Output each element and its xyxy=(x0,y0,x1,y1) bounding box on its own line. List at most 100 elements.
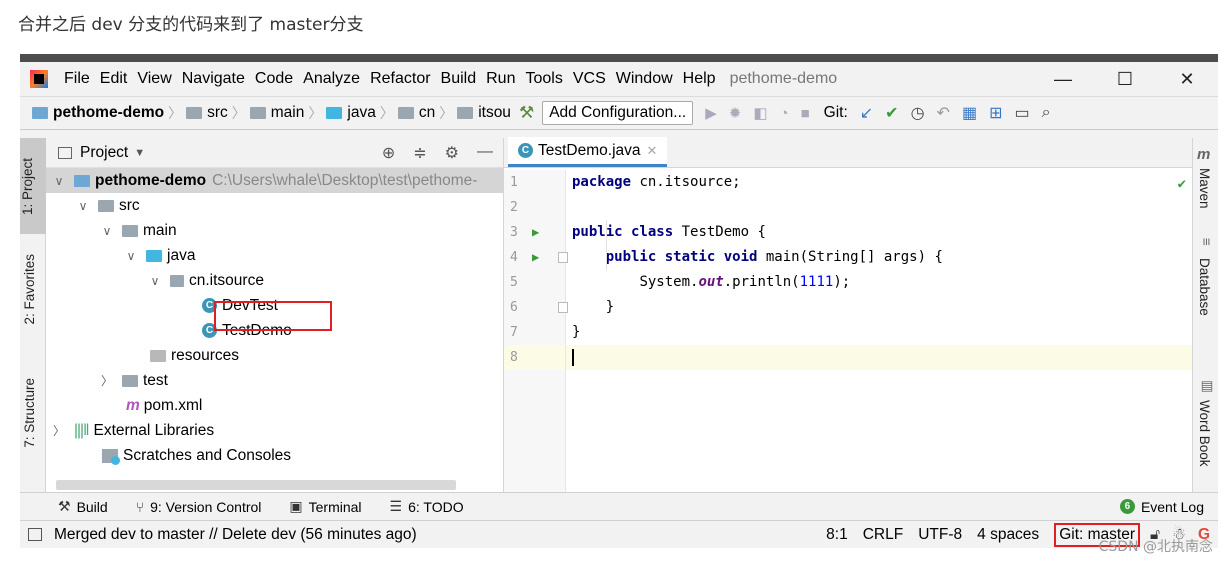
collapse-icon[interactable]: ≑ xyxy=(413,143,426,163)
tab-project[interactable]: 1: Project xyxy=(20,138,46,234)
menu-window[interactable]: Window xyxy=(616,70,673,88)
menu-code[interactable]: Code xyxy=(255,70,293,88)
stop-icon[interactable]: ■ xyxy=(801,105,810,122)
chevron-down-icon[interactable]: ∨ xyxy=(148,274,162,288)
tree-row-scratches[interactable]: Scratches and Consoles xyxy=(46,443,503,468)
tree-row-package[interactable]: ∨ cn.itsource xyxy=(46,268,503,293)
tree-row-pom[interactable]: m pom.xml xyxy=(46,393,503,418)
breadcrumb-main[interactable]: main xyxy=(249,104,304,122)
translate-icon[interactable]: ⊞ xyxy=(989,103,1002,123)
caret-position[interactable]: 8:1 xyxy=(826,526,848,544)
menu-refactor[interactable]: Refactor xyxy=(370,70,430,88)
build-hammer-icon[interactable]: ⚒ xyxy=(519,103,534,123)
tool-windows-icon[interactable] xyxy=(28,528,42,541)
close-button[interactable]: ✕ xyxy=(1156,69,1218,90)
menu-vcs[interactable]: VCS xyxy=(573,70,606,88)
folder-icon xyxy=(122,374,138,387)
status-message[interactable]: Merged dev to master // Delete dev (56 m… xyxy=(54,526,417,544)
minimize-button[interactable]: — xyxy=(1032,69,1094,90)
menu-build[interactable]: Build xyxy=(441,70,477,88)
git-update-icon[interactable]: ↙ xyxy=(860,103,873,123)
chevron-down-icon[interactable]: ∨ xyxy=(100,224,114,238)
menu-analyze[interactable]: Analyze xyxy=(303,70,360,88)
breadcrumb-itsource[interactable]: itsou xyxy=(457,104,511,122)
todo-tool-button[interactable]: ☰ 6: TODO xyxy=(390,498,464,515)
add-configuration-button[interactable]: Add Configuration... xyxy=(542,101,694,125)
breadcrumb-cn[interactable]: cn xyxy=(397,104,435,122)
event-log-button[interactable]: 6 Event Log xyxy=(1119,499,1204,515)
run-gutter-icon[interactable]: ▶ xyxy=(532,220,539,245)
list-icon: ☰ xyxy=(389,498,403,514)
tree-row-resources[interactable]: resources xyxy=(46,343,503,368)
build-tool-button[interactable]: ⚒ Build xyxy=(58,498,108,515)
chevron-down-icon[interactable]: ▼ xyxy=(134,147,145,159)
chevron-right-icon[interactable]: 〉 xyxy=(100,372,114,389)
profile-icon[interactable]: ◔ xyxy=(780,105,789,122)
git-rollback-icon[interactable]: ↶ xyxy=(937,103,950,123)
tab-word-book[interactable]: Word Book xyxy=(1197,400,1212,467)
source-folder-icon xyxy=(326,107,343,119)
inspection-ok-icon[interactable]: ✔ xyxy=(1178,176,1186,192)
tree-row-root[interactable]: ∨ pethome-demo C:\Users\whale\Desktop\te… xyxy=(46,168,503,193)
code-area[interactable]: 1 2 3 ▶ 4 ▶ 5 6 7 8 package cn.itsource; p… xyxy=(504,170,1192,492)
menu-edit[interactable]: Edit xyxy=(100,70,128,88)
keyword: public static void xyxy=(605,249,758,265)
terminal-window-icon[interactable]: ▭ xyxy=(1014,103,1029,123)
debug-icon[interactable]: ✹ xyxy=(729,104,742,122)
tab-favorites[interactable]: 2: Favorites xyxy=(22,254,37,325)
tree-row-src[interactable]: ∨ src xyxy=(46,193,503,218)
menu-help[interactable]: Help xyxy=(683,70,716,88)
code-line-current xyxy=(566,345,1192,370)
version-control-tool-button[interactable]: ⑂ 9: Version Control xyxy=(136,499,262,515)
editor-tab-testdemo[interactable]: C TestDemo.java ✕ xyxy=(508,137,668,167)
chevron-down-icon[interactable]: ∨ xyxy=(76,199,90,213)
breadcrumb-project[interactable]: pethome-demo xyxy=(32,104,164,122)
tree-row-test[interactable]: 〉 test xyxy=(46,368,503,393)
indent-setting[interactable]: 4 spaces xyxy=(977,526,1039,544)
tree-label: pethome-demo xyxy=(95,171,207,189)
breadcrumb-java[interactable]: java xyxy=(326,104,376,122)
menu-view[interactable]: View xyxy=(137,70,171,88)
tree-row-external-libraries[interactable]: 〉 |||‖ External Libraries xyxy=(46,418,503,443)
chevron-right-icon[interactable]: 〉 xyxy=(52,422,66,439)
git-history-icon[interactable]: ◷ xyxy=(911,103,925,123)
menu-run[interactable]: Run xyxy=(486,70,515,88)
line-separator[interactable]: CRLF xyxy=(863,526,903,544)
tree-row-main[interactable]: ∨ main xyxy=(46,218,503,243)
menu-navigate[interactable]: Navigate xyxy=(182,70,245,88)
tab-database[interactable]: Database xyxy=(1197,258,1212,316)
chevron-down-icon[interactable]: ∨ xyxy=(52,174,66,188)
file-encoding[interactable]: UTF-8 xyxy=(918,526,962,544)
coverage-icon[interactable]: ◧ xyxy=(753,104,767,122)
tree-label: main xyxy=(143,221,177,239)
breadcrumb-label: pethome-demo xyxy=(53,104,165,121)
locate-icon[interactable]: ⊕ xyxy=(382,143,395,163)
indent-guide xyxy=(606,220,607,270)
horizontal-scrollbar[interactable] xyxy=(56,480,456,490)
run-icon[interactable]: ▶ xyxy=(705,104,717,122)
close-tab-icon[interactable]: ✕ xyxy=(647,143,658,159)
project-view-dropdown[interactable]: Project xyxy=(80,144,128,162)
maven-file-icon: m xyxy=(126,396,140,414)
breadcrumb-src[interactable]: src xyxy=(186,104,228,122)
menu-file[interactable]: File xyxy=(64,70,90,88)
terminal-tool-button[interactable]: ▣ Terminal xyxy=(289,498,361,515)
run-gutter-icon[interactable]: ▶ xyxy=(532,245,539,270)
hide-icon[interactable]: — xyxy=(477,143,493,163)
tab-maven[interactable]: Maven xyxy=(1197,168,1212,209)
project-structure-icon[interactable]: ▦ xyxy=(962,103,977,123)
search-icon[interactable]: ⌕ xyxy=(1042,104,1051,122)
gear-icon[interactable]: ⚙ xyxy=(445,143,459,163)
panel-header-icons: ⊕ ≑ ⚙ — xyxy=(382,143,503,163)
chevron-down-icon[interactable]: ∨ xyxy=(124,249,138,263)
maximize-button[interactable]: ☐ xyxy=(1094,69,1156,90)
menu-tools[interactable]: Tools xyxy=(525,70,562,88)
tab-structure[interactable]: 7: Structure xyxy=(22,378,37,448)
code-text: } xyxy=(572,324,581,340)
chevron-right-icon: 〉 xyxy=(308,105,323,121)
git-commit-icon[interactable]: ✔ xyxy=(885,103,898,123)
folder-icon xyxy=(186,107,203,119)
highlight-box xyxy=(214,301,332,331)
package-icon xyxy=(457,107,474,119)
tree-row-java[interactable]: ∨ java xyxy=(46,243,503,268)
